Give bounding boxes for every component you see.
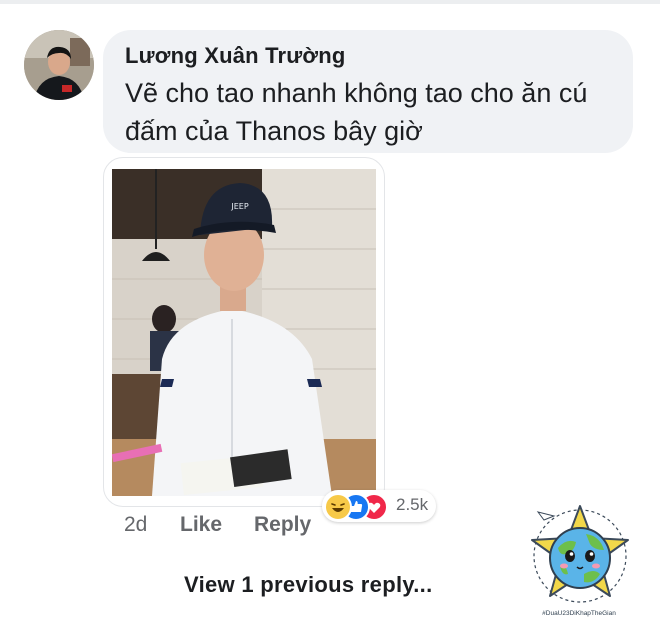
reply-button[interactable]: Reply xyxy=(254,513,311,537)
top-divider xyxy=(0,0,660,4)
view-previous-replies-link[interactable]: View 1 previous reply... xyxy=(184,572,433,598)
svg-text:JEEP: JEEP xyxy=(230,202,248,211)
reaction-count: 2.5k xyxy=(396,495,429,514)
comment-author[interactable]: Lương Xuân Trường xyxy=(125,42,611,70)
comment-bubble: Lương Xuân Trường Vẽ cho tao nhanh không… xyxy=(103,30,633,153)
haha-icon xyxy=(324,493,352,521)
watermark-hashtag: #DuaU23DiKhapTheGian xyxy=(542,610,616,617)
comment-timestamp[interactable]: 2d xyxy=(124,513,147,537)
watermark-logo: #DuaU23DiKhapTheGian xyxy=(524,504,634,624)
like-button[interactable]: Like xyxy=(180,513,222,537)
attached-photo[interactable]: JEEP xyxy=(112,169,376,496)
comment-text: Vẽ cho tao nhanh không tao cho ăn cú đấm… xyxy=(125,78,588,146)
avatar[interactable] xyxy=(24,30,94,100)
reactions-summary[interactable]: 2.5k xyxy=(322,490,436,522)
